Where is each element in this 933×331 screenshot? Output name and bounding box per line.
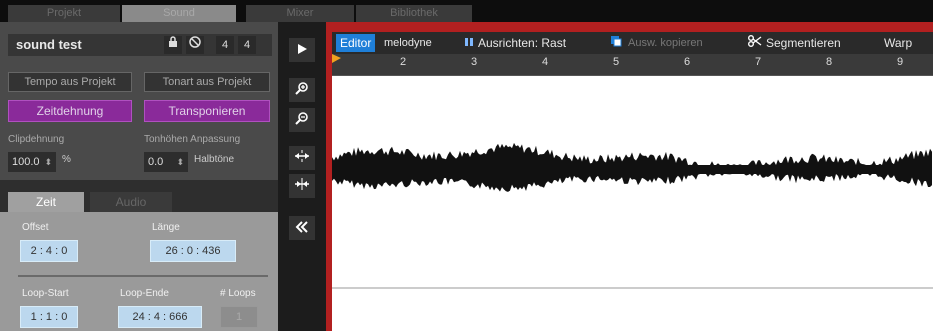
editor-area: Editor melodyne Ausrichten: Rast Ausw. k… (326, 22, 933, 331)
tab-mixer[interactable]: Mixer (246, 5, 354, 22)
waveform (332, 142, 933, 289)
tab-projekt[interactable]: Projekt (8, 5, 120, 22)
pitch-adjust-label: Tonhöhen Anpassung (144, 134, 241, 145)
divider (18, 275, 268, 277)
loop-start-label: Loop-Start (22, 288, 69, 299)
melodyne-tab[interactable]: melodyne (384, 34, 432, 52)
pitch-adjust-value: 0.0 (148, 156, 164, 168)
editor-toolbar: Editor melodyne Ausrichten: Rast Ausw. k… (332, 32, 933, 54)
pitch-adjust-unit: Halbtöne (194, 154, 235, 165)
ruler-tick: 2 (400, 56, 407, 68)
tab-zeit[interactable]: Zeit (8, 192, 84, 212)
copy-selection-dropdown[interactable]: Ausw. kopieren (628, 34, 703, 52)
playhead-marker-icon[interactable] (332, 54, 342, 64)
ruler-tick: 5 (613, 56, 620, 68)
timeline-ruler[interactable]: 2 3 4 5 6 7 8 9 (332, 54, 933, 76)
stepper-arrows-icon[interactable]: ⬍ (176, 152, 184, 172)
sound-panel: sound test 4 4 Tempo aus Projekt Zeitdeh… (0, 22, 278, 331)
segment-button[interactable]: Segmentieren (766, 34, 841, 52)
tab-bibliothek[interactable]: Bibliothek (356, 5, 472, 22)
clip-stretch-value: 100.0 (12, 156, 40, 168)
top-tab-bar: Projekt Sound Mixer Bibliothek (0, 0, 933, 22)
ruler-tick: 3 (471, 56, 478, 68)
zoom-out-icon[interactable] (289, 108, 315, 132)
waveform-shape (332, 142, 932, 192)
waveform-view[interactable] (332, 76, 933, 331)
ruler-tick: 7 (755, 56, 762, 68)
transpose-button[interactable]: Transponieren (144, 100, 270, 122)
stop-icon[interactable] (186, 36, 204, 54)
editor-tab[interactable]: Editor (336, 34, 376, 52)
loop-start-field[interactable]: 1 : 1 : 0 (20, 306, 78, 328)
offset-label: Offset (22, 222, 49, 233)
time-signature-denominator[interactable]: 4 (238, 36, 256, 54)
length-field[interactable]: 26 : 0 : 436 (150, 240, 236, 262)
ruler-tick: 9 (897, 56, 904, 68)
clip-name[interactable]: sound test (16, 37, 82, 52)
loops-label: # Loops (220, 288, 256, 299)
tempo-from-project-button[interactable]: Tempo aus Projekt (8, 72, 132, 92)
loop-end-label: Loop-Ende (120, 288, 169, 299)
shrink-horizontal-icon[interactable] (289, 174, 315, 198)
time-stretch-button[interactable]: Zeitdehnung (8, 100, 132, 122)
lock-icon[interactable] (164, 36, 182, 54)
collapse-left-icon[interactable] (289, 216, 315, 240)
tool-column (278, 22, 326, 331)
tab-audio[interactable]: Audio (90, 192, 172, 212)
offset-field[interactable]: 2 : 4 : 0 (20, 240, 78, 262)
clip-stretch-unit: % (62, 154, 71, 165)
align-grid-dropdown[interactable]: Ausrichten: Rast (478, 34, 566, 52)
loops-field: 1 (220, 306, 258, 328)
pitch-adjust-stepper[interactable]: 0.0 ⬍ (144, 152, 188, 172)
warp-button[interactable]: Warp (884, 34, 912, 52)
play-icon[interactable] (289, 38, 315, 62)
ruler-tick: 6 (684, 56, 691, 68)
key-from-project-button[interactable]: Tonart aus Projekt (144, 72, 270, 92)
time-panel: Offset 2 : 4 : 0 Länge 26 : 0 : 436 Loop… (0, 212, 278, 331)
scissors-icon[interactable] (748, 34, 762, 52)
expand-horizontal-icon[interactable] (289, 146, 315, 170)
zoom-in-icon[interactable] (289, 78, 315, 102)
clip-name-bar: sound test 4 4 (8, 34, 272, 56)
ruler-tick: 4 (542, 56, 549, 68)
length-label: Länge (152, 222, 180, 233)
loop-end-field[interactable]: 24 : 4 : 666 (118, 306, 202, 328)
tab-sound[interactable]: Sound (122, 5, 236, 22)
clip-stretch-stepper[interactable]: 100.0 ⬍ (8, 152, 56, 172)
ruler-tick: 8 (826, 56, 833, 68)
time-signature-numerator[interactable]: 4 (216, 36, 234, 54)
clip-stretch-label: Clipdehnung (8, 134, 65, 145)
pause-icon[interactable] (464, 34, 474, 52)
copy-icon[interactable] (610, 34, 622, 52)
stepper-arrows-icon[interactable]: ⬍ (44, 152, 52, 172)
